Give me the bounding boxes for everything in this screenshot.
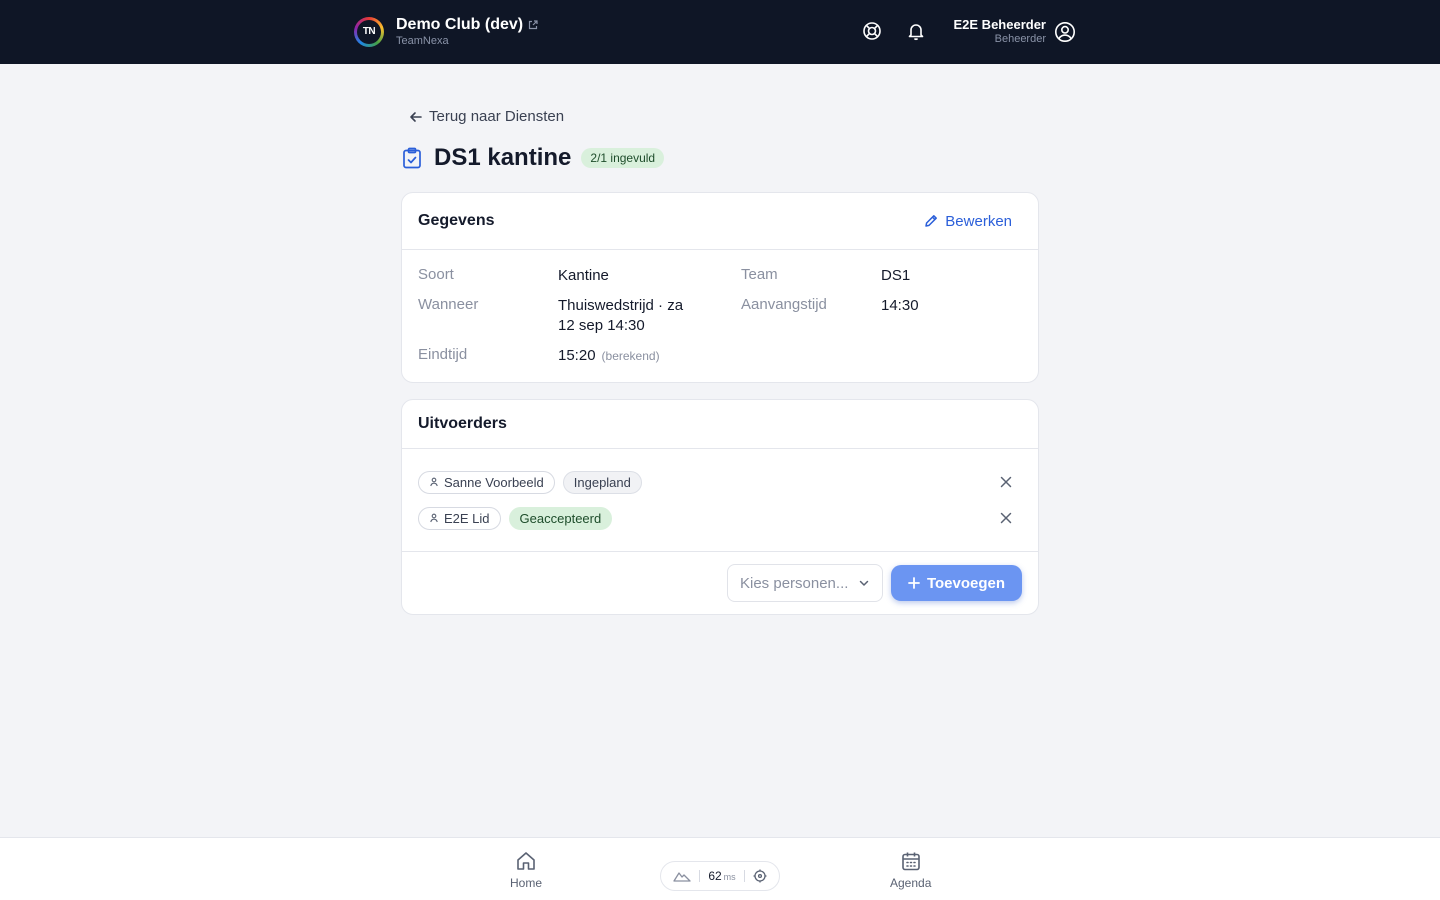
add-button-label: Toevoegen [926, 574, 1006, 592]
status-badge: Ingepland [562, 470, 642, 494]
team-label: Team [741, 266, 778, 283]
soort-value: Kantine [558, 267, 609, 284]
page-header: DS1 kantine 2/1 ingevuld [402, 144, 665, 172]
top-bar: TN Demo Club (dev) TeamNexa E2E Beheerde… [0, 0, 1440, 64]
details-grid: Soort Kantine Team DS1 Wanneer Thuisweds… [402, 250, 1038, 382]
plus-icon [908, 577, 920, 589]
performers-card-title: Uitvoerders [418, 415, 507, 432]
latency-pill: 62 ms [660, 861, 780, 891]
wanneer-value-line1: Thuiswedstrijd · za [558, 297, 684, 314]
performers-list: Sanne Voorbeeld Ingepland E2E Lid Geacce… [402, 449, 1038, 552]
divider [743, 870, 745, 882]
person-select-placeholder: Kies personen... [740, 574, 849, 592]
external-link-icon[interactable] [528, 20, 538, 30]
wanneer-label: Wanneer [418, 296, 479, 313]
brand-text: Demo Club (dev) TeamNexa [396, 16, 538, 47]
person-name: Sanne Voorbeeld [444, 474, 544, 490]
add-button[interactable]: Toevoegen [891, 565, 1022, 601]
soort-label: Soort [418, 266, 454, 283]
club-name: Demo Club (dev) [396, 16, 524, 33]
person-icon [430, 477, 438, 487]
details-card-title: Gegevens [418, 212, 495, 229]
org-name: TeamNexa [396, 35, 449, 47]
performers-card: Uitvoerders Sanne Voorbeeld Ingepland E2… [401, 399, 1039, 615]
user-circle-icon [1055, 21, 1075, 42]
performer-row: Sanne Voorbeeld Ingepland [418, 469, 1022, 495]
back-link-label: Terug naar Diensten [429, 108, 565, 125]
eind-value: 15:20 [558, 347, 596, 364]
back-link[interactable]: Terug naar Diensten [409, 108, 564, 125]
eind-value-row: 15:20 (berekend) [558, 346, 660, 366]
pencil-icon [925, 215, 938, 227]
divider [699, 870, 701, 882]
lifebuoy-icon [863, 22, 881, 40]
notifications-button[interactable] [905, 20, 927, 42]
person-select[interactable]: Kies personen... [727, 564, 883, 602]
eind-label: Eindtijd [418, 346, 468, 363]
close-icon[interactable] [998, 510, 1014, 526]
bell-icon [908, 24, 924, 41]
bottom-nav: Home 62 ms Agenda [0, 837, 1440, 900]
club-name-row: Demo Club (dev) [396, 16, 538, 34]
performer-row: E2E Lid Geaccepteerd [418, 505, 1022, 531]
latency-unit: ms [723, 872, 736, 882]
nav-agenda[interactable]: Agenda [890, 850, 931, 890]
club-logo: TN [354, 16, 384, 47]
wanneer-value: Thuiswedstrijd · za 12 sep 14:30 [558, 296, 683, 336]
mountain-icon[interactable] [673, 870, 691, 882]
crosshair-icon[interactable] [753, 869, 767, 883]
top-icons [861, 20, 927, 42]
nav-home[interactable]: Home [510, 850, 542, 890]
details-card-header: Gegevens Bewerken [402, 193, 1038, 250]
calendar-icon [901, 852, 920, 871]
status-badge: Geaccepteerd [508, 506, 613, 530]
edit-button[interactable]: Bewerken [924, 213, 1012, 230]
home-icon [517, 852, 535, 870]
fill-status-badge: 2/1 ingevuld [581, 148, 665, 168]
help-button[interactable] [861, 20, 883, 42]
nav-agenda-label: Agenda [890, 876, 932, 890]
person-chip: E2E Lid [418, 506, 501, 530]
aanvang-value: 14:30 [881, 297, 919, 314]
user-role: Beheerder [994, 33, 1046, 45]
page-title: DS1 kantine [434, 144, 572, 171]
user-menu[interactable]: E2E Beheerder Beheerder [954, 17, 1077, 46]
person-icon [430, 513, 438, 523]
performers-card-header: Uitvoerders [402, 400, 1038, 449]
person-name: E2E Lid [444, 510, 490, 526]
wanneer-value-line2: 12 sep 14:30 [558, 317, 645, 334]
brand[interactable]: TN Demo Club (dev) TeamNexa [354, 16, 538, 47]
team-value: DS1 [881, 267, 911, 284]
chevron-down-icon [859, 580, 869, 586]
details-card: Gegevens Bewerken Soort Kantine Team DS1… [401, 192, 1039, 383]
latency-readout: 62 ms [708, 869, 735, 883]
person-chip: Sanne Voorbeeld [418, 470, 555, 494]
logo-text: TN [357, 19, 381, 44]
user-name: E2E Beheerder [953, 17, 1047, 32]
aanvang-label: Aanvangstijd [741, 296, 827, 313]
latency-value: 62 [708, 869, 722, 883]
add-performer-row: Kies personen... Toevoegen [402, 552, 1038, 614]
close-icon[interactable] [998, 474, 1014, 490]
arrow-left-icon [410, 111, 422, 122]
clipboard-check-icon [403, 147, 421, 169]
eind-note: (berekend) [601, 349, 660, 363]
user-text: E2E Beheerder Beheerder [954, 17, 1047, 46]
edit-button-label: Bewerken [945, 212, 1012, 230]
nav-home-label: Home [510, 876, 543, 890]
